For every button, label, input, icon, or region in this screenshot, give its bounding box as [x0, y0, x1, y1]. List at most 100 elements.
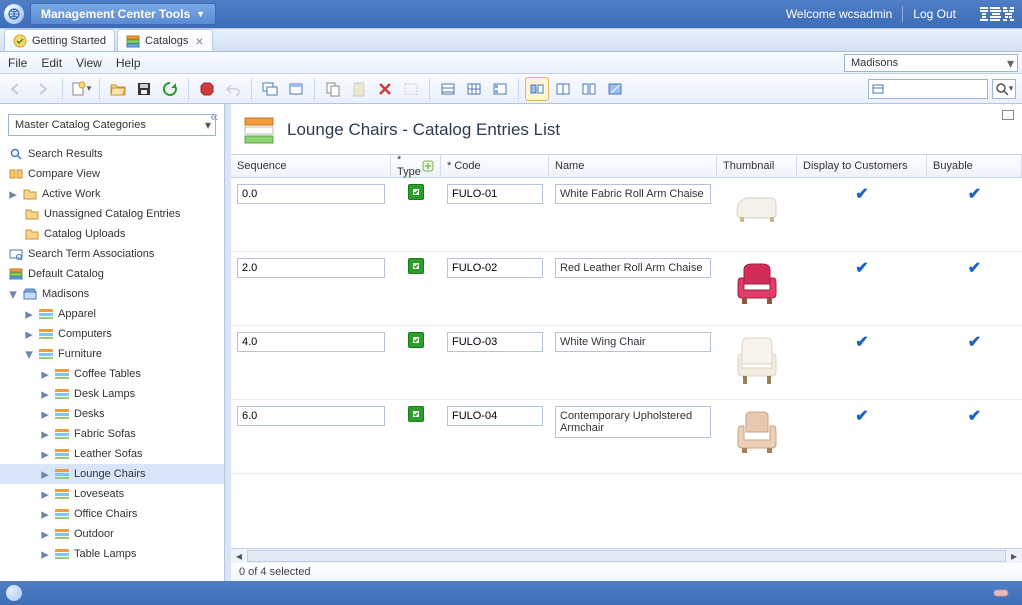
tree-computers[interactable]: ▸Computers	[0, 324, 224, 344]
sequence-input[interactable]	[237, 406, 385, 426]
tab-getting-started[interactable]: Getting Started	[4, 29, 115, 51]
tree-madisons[interactable]: ▾Madisons	[0, 284, 224, 304]
col-code[interactable]: * Code	[441, 155, 549, 177]
name-input[interactable]: White Wing Chair	[555, 332, 711, 352]
management-tools-button[interactable]: Management Center Tools ▼	[30, 3, 216, 25]
buyable-checkbox[interactable]: ✔	[968, 406, 981, 426]
tree-unassigned[interactable]: Unassigned Catalog Entries	[0, 204, 224, 224]
tree-loveseats[interactable]: ▸Loveseats	[0, 484, 224, 504]
buyable-checkbox[interactable]: ✔	[968, 184, 981, 204]
status-expander-icon[interactable]	[986, 587, 1016, 599]
refresh-button[interactable]	[158, 77, 182, 101]
layout-3-button[interactable]	[577, 77, 601, 101]
code-input[interactable]	[447, 258, 543, 278]
delete-button[interactable]	[373, 77, 397, 101]
tree-fabric-sofas[interactable]: ▸Fabric Sofas	[0, 424, 224, 444]
grid-view-3-button[interactable]	[488, 77, 512, 101]
expand-icon[interactable]: ▸	[24, 309, 34, 319]
sequence-input[interactable]	[237, 332, 385, 352]
expand-icon[interactable]: ▸	[40, 509, 50, 519]
layout-4-button[interactable]	[603, 77, 627, 101]
tree-office-chairs[interactable]: ▸Office Chairs	[0, 504, 224, 524]
expand-icon[interactable]: ▸	[40, 389, 50, 399]
sequence-input[interactable]	[237, 184, 385, 204]
menu-edit[interactable]: Edit	[41, 56, 62, 70]
collapse-icon[interactable]: ▾	[24, 349, 34, 359]
expand-icon[interactable]: ▸	[40, 489, 50, 499]
stop-button[interactable]	[195, 77, 219, 101]
tree-search-results[interactable]: Search Results	[0, 144, 224, 164]
menu-help[interactable]: Help	[116, 56, 141, 70]
col-type[interactable]: * Type	[391, 155, 441, 177]
col-display[interactable]: Display to Customers	[797, 155, 927, 177]
tree-coffee-tables[interactable]: ▸Coffee Tables	[0, 364, 224, 384]
expand-icon[interactable]: ▸	[8, 189, 18, 199]
new-button[interactable]: ▾	[69, 77, 93, 101]
search-input[interactable]	[868, 79, 988, 99]
tree-leather-sofas[interactable]: ▸Leather Sofas	[0, 444, 224, 464]
select-all-button[interactable]	[399, 77, 423, 101]
display-checkbox[interactable]: ✔	[855, 258, 868, 278]
expand-icon[interactable]: ▸	[40, 429, 50, 439]
expand-icon[interactable]: ▸	[40, 529, 50, 539]
display-checkbox[interactable]: ✔	[855, 406, 868, 426]
buyable-checkbox[interactable]: ✔	[968, 258, 981, 278]
maximize-icon[interactable]	[1002, 110, 1014, 120]
filter-icon[interactable]	[422, 159, 434, 173]
store-select[interactable]: Madisons ▾	[844, 54, 1018, 72]
col-buyable[interactable]: Buyable	[927, 155, 1022, 177]
col-thumbnail[interactable]: Thumbnail	[717, 155, 797, 177]
scroll-left-icon[interactable]: ◂	[231, 549, 247, 563]
grid-view-1-button[interactable]	[436, 77, 460, 101]
table-row[interactable]: White Fabric Roll Arm Chaise ✔ ✔	[231, 178, 1022, 252]
sequence-input[interactable]	[237, 258, 385, 278]
tree-desk-lamps[interactable]: ▸Desk Lamps	[0, 384, 224, 404]
expand-icon[interactable]: ▸	[40, 549, 50, 559]
tree-apparel[interactable]: ▸Apparel	[0, 304, 224, 324]
copy-button[interactable]	[321, 77, 345, 101]
code-input[interactable]	[447, 406, 543, 426]
name-input[interactable]: White Fabric Roll Arm Chaise	[555, 184, 711, 204]
layout-1-button[interactable]	[525, 77, 549, 101]
collapse-navigator-icon[interactable]: «	[210, 108, 218, 124]
tree-outdoor[interactable]: ▸Outdoor	[0, 524, 224, 544]
back-button[interactable]	[6, 77, 30, 101]
open-button[interactable]	[106, 77, 130, 101]
tab-catalogs[interactable]: Catalogs ×	[117, 29, 213, 51]
tree-lounge-chairs[interactable]: ▸Lounge Chairs	[0, 464, 224, 484]
tree-furniture[interactable]: ▾Furniture	[0, 344, 224, 364]
scroll-right-icon[interactable]: ▸	[1006, 549, 1022, 563]
menu-view[interactable]: View	[76, 56, 102, 70]
table-row[interactable]: Red Leather Roll Arm Chaise✔✔	[231, 252, 1022, 326]
tree-active-work[interactable]: ▸Active Work	[0, 184, 224, 204]
buyable-checkbox[interactable]: ✔	[968, 332, 981, 352]
undo-button[interactable]	[221, 77, 245, 101]
paste-button[interactable]	[347, 77, 371, 101]
horizontal-scrollbar[interactable]: ◂ ▸	[231, 549, 1022, 563]
table-row[interactable]: Contemporary Upholstered Armchair ✔ ✔	[231, 400, 1022, 474]
col-name[interactable]: Name	[549, 155, 717, 177]
col-sequence[interactable]: Sequence	[231, 155, 391, 177]
name-input[interactable]: Contemporary Upholstered Armchair	[555, 406, 711, 438]
expand-icon[interactable]: ▸	[24, 329, 34, 339]
window-button[interactable]	[284, 77, 308, 101]
search-go-button[interactable]: ▾	[992, 79, 1016, 99]
tree-catalog-uploads[interactable]: Catalog Uploads	[0, 224, 224, 244]
master-catalog-dropdown[interactable]: Master Catalog Categories ▾	[8, 114, 216, 136]
expand-icon[interactable]: ▸	[40, 369, 50, 379]
tree-desks[interactable]: ▸Desks	[0, 404, 224, 424]
window-switch-button[interactable]	[258, 77, 282, 101]
layout-2-button[interactable]	[551, 77, 575, 101]
save-button[interactable]	[132, 77, 156, 101]
scroll-track[interactable]	[247, 550, 1006, 562]
tree-table-lamps[interactable]: ▸Table Lamps	[0, 544, 224, 564]
logout-link[interactable]: Log Out	[913, 7, 956, 21]
menu-file[interactable]: File	[8, 56, 27, 70]
display-checkbox[interactable]: ✔	[855, 184, 868, 204]
code-input[interactable]	[447, 184, 543, 204]
grid-view-2-button[interactable]	[462, 77, 486, 101]
expand-icon[interactable]: ▸	[40, 449, 50, 459]
forward-button[interactable]	[32, 77, 56, 101]
tree-default-catalog[interactable]: Default Catalog	[0, 264, 224, 284]
expand-icon[interactable]: ▸	[40, 409, 50, 419]
